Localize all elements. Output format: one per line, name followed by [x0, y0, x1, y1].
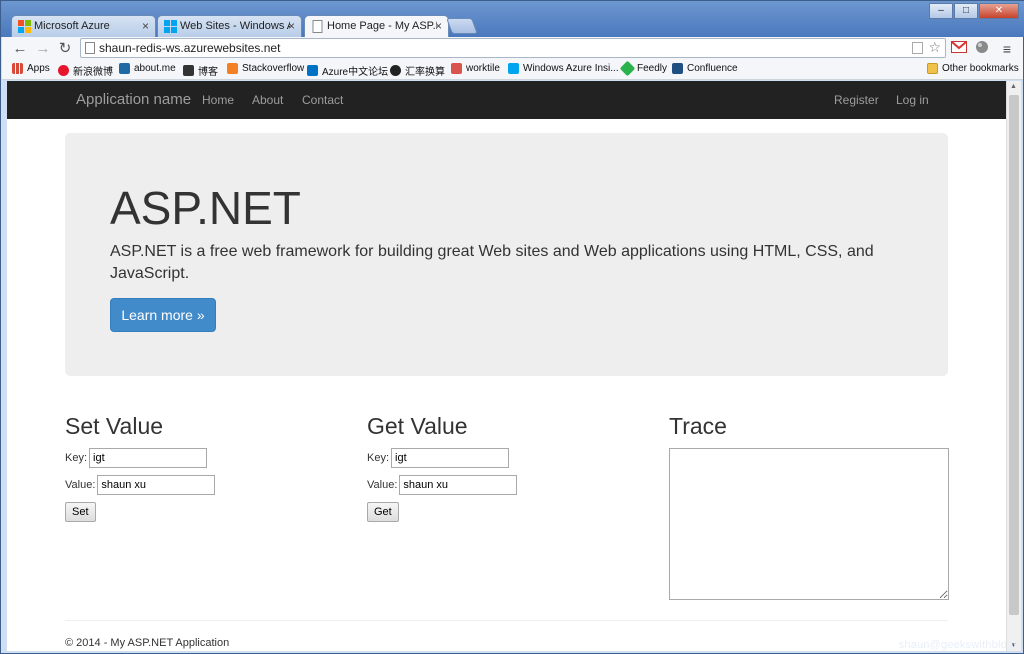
bookmark-exchange-rate[interactable]: 汇率换算	[390, 63, 445, 78]
windows-logo-icon	[508, 63, 519, 74]
windows-logo-icon	[164, 20, 177, 33]
feedly-icon	[619, 60, 636, 77]
about-me-icon	[119, 63, 130, 74]
tab-strip: Microsoft Azure × Web Sites - Windows Az…	[1, 1, 1024, 38]
page-scrollbar[interactable]: ▲ ▼	[1006, 81, 1021, 651]
exchange-icon	[390, 65, 401, 76]
close-icon[interactable]: ×	[288, 19, 295, 33]
browser-toolbar: ← → ↻ shaun-redis-ws.azurewebsites.net ☆…	[2, 37, 1023, 61]
browser-window: Microsoft Azure × Web Sites - Windows Az…	[0, 0, 1024, 654]
reload-button[interactable]: ↻	[56, 40, 74, 58]
nav-contact[interactable]: Contact	[302, 93, 343, 107]
blog-icon	[183, 65, 194, 76]
window-controls: – □ ✕	[928, 3, 1019, 19]
nav-register[interactable]: Register	[834, 93, 879, 107]
forward-button[interactable]: →	[34, 40, 52, 58]
page-icon	[312, 20, 323, 33]
tab-label: Microsoft Azure	[34, 20, 110, 32]
set-value-heading: Set Value	[65, 413, 164, 439]
bookmark-about-me[interactable]: about.me	[119, 63, 176, 74]
set-value-row: Value:	[65, 475, 216, 495]
get-value-section: Get Value Key: Value: Get	[367, 413, 518, 522]
set-key-label: Key:	[65, 452, 88, 464]
azure-icon	[307, 65, 318, 76]
nav-about[interactable]: About	[252, 93, 283, 107]
tab-microsoft-azure[interactable]: Microsoft Azure ×	[11, 15, 156, 37]
get-value-input[interactable]	[399, 475, 518, 495]
address-bar[interactable]: shaun-redis-ws.azurewebsites.net ☆	[80, 38, 946, 58]
weibo-icon	[58, 65, 69, 76]
bookmark-azure-forum[interactable]: Azure中文论坛	[307, 63, 388, 78]
apps-grid-icon	[12, 63, 23, 74]
get-value-label: Value:	[367, 479, 398, 491]
learn-more-button[interactable]: Learn more »	[110, 298, 216, 332]
set-button[interactable]: Set	[65, 502, 96, 522]
scroll-up-icon[interactable]: ▲	[1010, 83, 1017, 90]
brand-link[interactable]: Application name	[76, 91, 191, 108]
worktile-icon	[451, 63, 462, 74]
tab-label: Home Page - My ASP.NET	[327, 20, 437, 32]
get-key-label: Key:	[367, 452, 390, 464]
get-key-row: Key:	[367, 448, 517, 468]
address-text: shaun-redis-ws.azurewebsites.net	[99, 41, 281, 55]
tab-label: Web Sites - Windows Azu	[180, 20, 290, 32]
jumbotron-lead: ASP.NET is a free web framework for buil…	[110, 243, 874, 282]
tab-home-page[interactable]: Home Page - My ASP.NET ×	[304, 15, 449, 38]
windows-logo-icon	[18, 20, 31, 33]
get-value-heading: Get Value	[367, 413, 468, 439]
trace-heading: Trace	[669, 413, 727, 439]
minimize-button[interactable]: –	[929, 3, 953, 19]
extension-icon[interactable]	[912, 42, 923, 54]
gmail-icon[interactable]	[950, 40, 968, 58]
nav-home[interactable]: Home	[202, 93, 234, 107]
bookmark-feedly[interactable]: Feedly	[619, 60, 667, 77]
set-key-input[interactable]	[89, 448, 208, 468]
get-button[interactable]: Get	[367, 502, 399, 522]
bookmark-apps[interactable]: Apps	[12, 63, 50, 74]
globe-icon[interactable]	[973, 40, 991, 58]
star-icon[interactable]: ☆	[928, 39, 941, 56]
watermark: shaun@geekswithblogs	[898, 639, 1019, 651]
other-bookmarks[interactable]: Other bookmarks	[927, 63, 1019, 74]
trace-textarea[interactable]	[669, 448, 949, 600]
scrollbar-thumb[interactable]	[1009, 95, 1019, 615]
tab-web-sites[interactable]: Web Sites - Windows Azu ×	[157, 15, 302, 37]
new-tab-button[interactable]	[446, 18, 478, 34]
set-value-input[interactable]	[97, 475, 216, 495]
site-navbar: Application name Home About Contact Regi…	[7, 81, 1006, 119]
trace-section: Trace	[669, 413, 949, 605]
set-value-section: Set Value Key: Value: Set	[65, 413, 216, 522]
page-viewport: Application name Home About Contact Regi…	[7, 81, 1006, 651]
get-value-row: Value:	[367, 475, 518, 495]
bookmark-worktile[interactable]: worktile	[451, 63, 500, 74]
nav-login[interactable]: Log in	[896, 93, 929, 107]
menu-icon[interactable]: ≡	[998, 40, 1016, 58]
bookmark-confluence[interactable]: Confluence	[672, 63, 738, 74]
footer-divider	[65, 620, 948, 621]
set-key-row: Key:	[65, 448, 215, 468]
folder-icon	[927, 63, 938, 74]
bookmark-windows-azure-insider[interactable]: Windows Azure Insi...	[508, 63, 619, 74]
back-button[interactable]: ←	[11, 40, 29, 58]
close-window-button[interactable]: ✕	[979, 3, 1019, 19]
close-icon[interactable]: ×	[435, 19, 442, 33]
close-icon[interactable]: ×	[142, 19, 149, 33]
jumbotron-title: ASP.NET	[110, 182, 301, 234]
bookmark-stackoverflow[interactable]: Stackoverflow	[227, 63, 304, 74]
page-icon	[85, 42, 95, 54]
footer-text: © 2014 - My ASP.NET Application	[65, 637, 230, 649]
bookmarks-bar: Apps 新浪微博 about.me 博客 Stackoverflow Azur…	[2, 60, 1023, 80]
bookmark-blog[interactable]: 博客	[183, 63, 218, 78]
set-value-label: Value:	[65, 479, 96, 491]
get-key-input[interactable]	[391, 448, 510, 468]
stackoverflow-icon	[227, 63, 238, 74]
jumbotron: ASP.NET ASP.NET is a free web framework …	[65, 133, 948, 376]
bookmark-weibo[interactable]: 新浪微博	[58, 63, 113, 78]
maximize-button[interactable]: □	[954, 3, 978, 19]
confluence-icon	[672, 63, 683, 74]
